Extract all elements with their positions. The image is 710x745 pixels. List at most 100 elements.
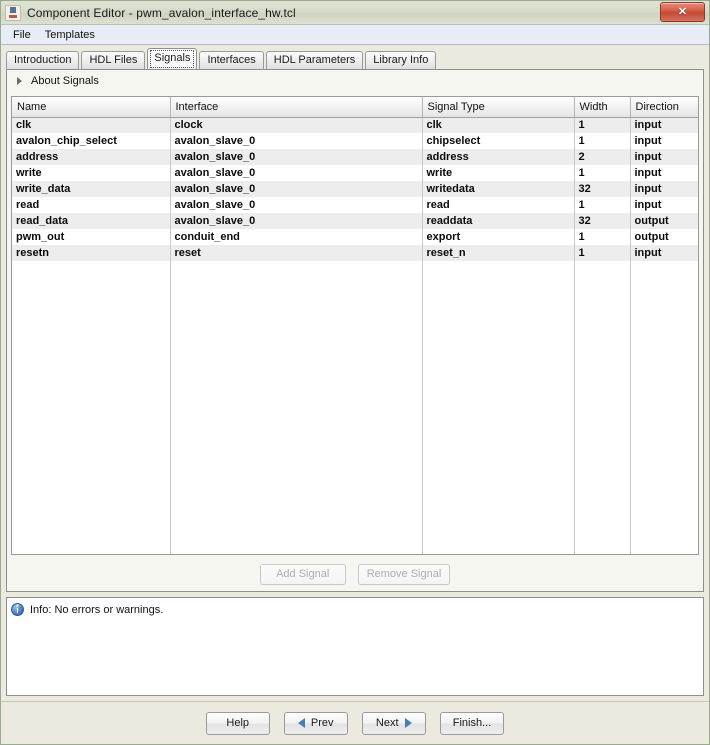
tab-label: Library Info xyxy=(373,54,429,66)
prev-button-label: Prev xyxy=(310,717,334,729)
signals-table-body: clk clock clk 1 input avalon_chip_select avalo… xyxy=(12,117,698,261)
finish-button[interactable]: Finish... xyxy=(439,711,505,735)
cell-signal-type[interactable]: chipselect xyxy=(422,133,575,149)
cell-direction[interactable]: input xyxy=(630,197,698,213)
tab-signals[interactable]: Signals xyxy=(147,48,198,69)
cell-signal-type[interactable]: writedata xyxy=(422,181,575,197)
help-button[interactable]: Help xyxy=(205,711,270,735)
info-icon xyxy=(11,603,24,616)
cell-interface[interactable]: avalon_slave_0 xyxy=(170,149,423,165)
cell-direction[interactable]: input xyxy=(630,133,698,149)
column-header-width[interactable]: Width xyxy=(574,97,631,118)
cell-interface[interactable]: conduit_end xyxy=(170,229,423,245)
cell-name[interactable]: resetn xyxy=(12,245,171,261)
table-row[interactable]: read avalon_slave_0 read 1 input xyxy=(12,197,698,213)
menu-item-file[interactable]: File xyxy=(7,27,39,43)
cell-direction[interactable]: input xyxy=(630,165,698,181)
cell-width[interactable]: 1 xyxy=(574,197,631,213)
cell-interface[interactable]: reset xyxy=(170,245,423,261)
column-header-signal-type[interactable]: Signal Type xyxy=(422,97,575,118)
tab-hdl-parameters[interactable]: HDL Parameters xyxy=(265,51,364,69)
info-message-text: Info: No errors or warnings. xyxy=(30,603,164,616)
cell-signal-type[interactable]: clk xyxy=(422,117,575,133)
cell-interface[interactable]: avalon_slave_0 xyxy=(170,213,423,229)
prev-button[interactable]: Prev xyxy=(283,711,348,735)
cell-name[interactable]: pwm_out xyxy=(12,229,171,245)
table-row[interactable]: address avalon_slave_0 address 2 input xyxy=(12,149,698,165)
cell-width[interactable]: 1 xyxy=(574,229,631,245)
cell-interface[interactable]: avalon_slave_0 xyxy=(170,181,423,197)
cell-interface[interactable]: avalon_slave_0 xyxy=(170,133,423,149)
cell-direction[interactable]: input xyxy=(630,181,698,197)
table-row[interactable]: pwm_out conduit_end export 1 output xyxy=(12,229,698,245)
cell-interface[interactable]: avalon_slave_0 xyxy=(170,197,423,213)
help-button-label: Help xyxy=(226,717,250,729)
tab-introduction[interactable]: Introduction xyxy=(6,51,80,69)
cell-name[interactable]: write_data xyxy=(12,181,171,197)
cell-width[interactable]: 1 xyxy=(574,245,631,261)
window-title: Component Editor - pwm_avalon_interface_… xyxy=(27,5,296,20)
chevron-right-icon[interactable] xyxy=(17,77,22,85)
cell-direction[interactable]: input xyxy=(630,245,698,261)
column-header-direction[interactable]: Direction xyxy=(630,97,698,118)
cell-signal-type[interactable]: address xyxy=(422,149,575,165)
cell-name[interactable]: address xyxy=(12,149,171,165)
next-button-label: Next xyxy=(375,717,399,729)
tab-label: HDL Files xyxy=(89,54,138,66)
about-signals-label[interactable]: About Signals xyxy=(31,75,99,87)
table-row[interactable]: read_data avalon_slave_0 readdata 32 output xyxy=(12,213,698,229)
message-panel: Info: No errors or warnings. xyxy=(6,597,704,696)
about-signals-section[interactable]: About Signals xyxy=(7,70,703,92)
table-row[interactable]: write_data avalon_slave_0 writedata 32 input xyxy=(12,181,698,197)
table-row[interactable]: clk clock clk 1 input xyxy=(12,117,698,133)
finish-button-label: Finish... xyxy=(452,717,492,729)
cell-signal-type[interactable]: reset_n xyxy=(422,245,575,261)
close-icon: ✕ xyxy=(677,6,688,18)
info-message-row: Info: No errors or warnings. xyxy=(11,603,703,616)
title-bar: Component Editor - pwm_avalon_interface_… xyxy=(1,1,709,25)
tab-label: Introduction xyxy=(14,54,72,66)
menu-item-templates[interactable]: Templates xyxy=(39,27,103,43)
signals-table: Name Interface Signal Type Width Directi… xyxy=(12,97,698,261)
cell-name[interactable]: clk xyxy=(12,117,171,133)
tab-hdl-files[interactable]: HDL Files xyxy=(81,51,146,69)
wizard-button-bar: Help Prev Next Finish... xyxy=(1,701,709,744)
tab-interfaces[interactable]: Interfaces xyxy=(199,51,264,69)
signals-table-container[interactable]: Name Interface Signal Type Width Directi… xyxy=(11,96,699,555)
cell-width[interactable]: 1 xyxy=(574,165,631,181)
application-icon xyxy=(5,4,21,21)
table-row[interactable]: write avalon_slave_0 write 1 input xyxy=(12,165,698,181)
cell-width[interactable]: 32 xyxy=(574,181,631,197)
column-header-interface[interactable]: Interface xyxy=(170,97,423,118)
cell-width[interactable]: 1 xyxy=(574,133,631,149)
header-row: Name Interface Signal Type Width Directi… xyxy=(12,97,698,118)
cell-name[interactable]: read xyxy=(12,197,171,213)
cell-direction[interactable]: output xyxy=(630,213,698,229)
cell-direction[interactable]: output xyxy=(630,229,698,245)
tab-strip: Introduction HDL Files Signals Interface… xyxy=(6,48,709,69)
close-button[interactable]: ✕ xyxy=(660,2,705,22)
add-signal-button[interactable]: Add Signal xyxy=(259,564,346,585)
cell-interface[interactable]: clock xyxy=(170,117,423,133)
column-header-name[interactable]: Name xyxy=(12,97,171,118)
table-row[interactable]: resetn reset reset_n 1 input xyxy=(12,245,698,261)
cell-interface[interactable]: avalon_slave_0 xyxy=(170,165,423,181)
remove-signal-button[interactable]: Remove Signal xyxy=(357,564,451,585)
cell-signal-type[interactable]: readdata xyxy=(422,213,575,229)
signals-panel: About Signals Name Interface Signal Type… xyxy=(6,69,704,592)
cell-name[interactable]: read_data xyxy=(12,213,171,229)
tab-library-info[interactable]: Library Info xyxy=(365,51,437,69)
cell-signal-type[interactable]: write xyxy=(422,165,575,181)
cell-signal-type[interactable]: export xyxy=(422,229,575,245)
cell-direction[interactable]: input xyxy=(630,149,698,165)
next-button[interactable]: Next xyxy=(361,711,426,735)
table-row[interactable]: avalon_chip_select avalon_slave_0 chipsele… xyxy=(12,133,698,149)
cell-width[interactable]: 2 xyxy=(574,149,631,165)
cell-name[interactable]: avalon_chip_select xyxy=(12,133,171,149)
cell-signal-type[interactable]: read xyxy=(422,197,575,213)
cell-width[interactable]: 1 xyxy=(574,117,631,133)
cell-name[interactable]: write xyxy=(12,165,171,181)
signal-actions: Add Signal Remove Signal xyxy=(7,564,703,585)
cell-direction[interactable]: input xyxy=(630,117,698,133)
cell-width[interactable]: 32 xyxy=(574,213,631,229)
